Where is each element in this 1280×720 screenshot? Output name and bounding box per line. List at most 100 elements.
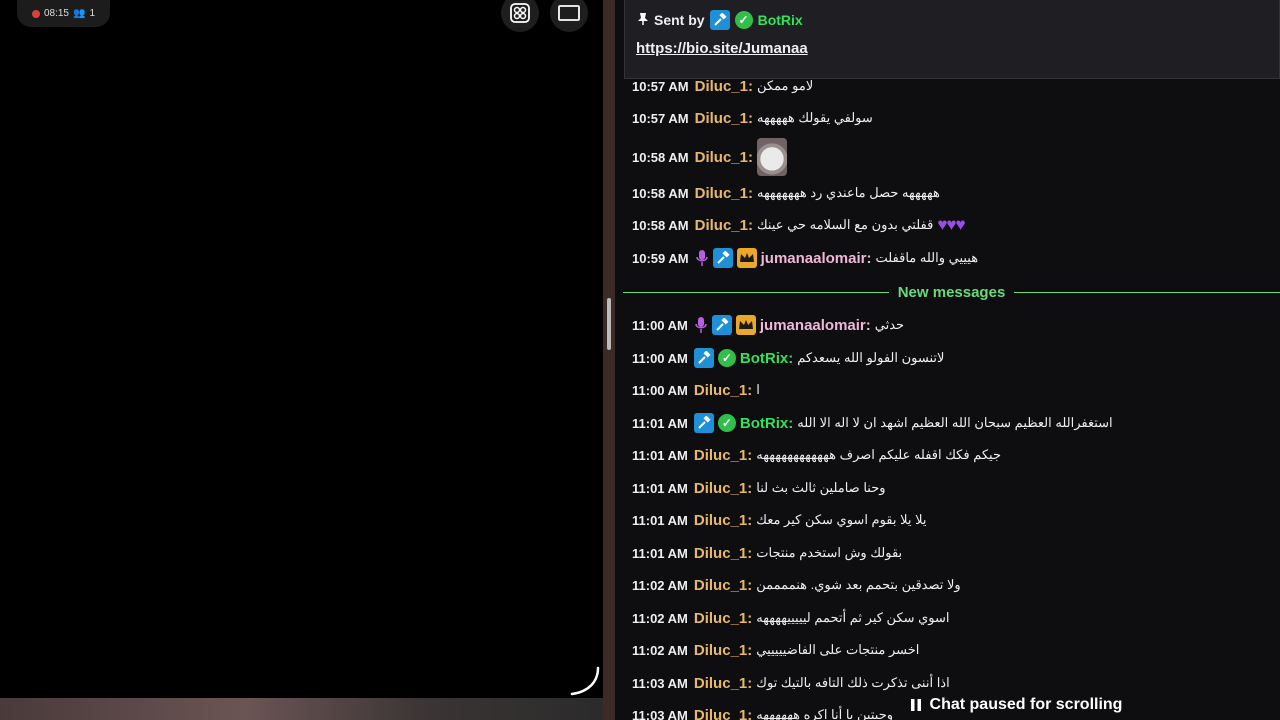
stream-time: 08:15 [43, 8, 69, 19]
message-text: وحبتين يا أنا اكره ههههههه [756, 707, 894, 720]
broadcaster-crown-badge-icon [735, 315, 756, 335]
clip-icon [510, 3, 530, 23]
username[interactable]: Diluc_1: [694, 577, 752, 594]
message-text: ولا تصدقين بتحمم بعد شوي. هنممممن [756, 577, 961, 592]
clip-button[interactable] [501, 0, 539, 32]
message-time: 11:03 AM [632, 707, 688, 720]
message-text: اخسر منتجات على الفاضيييييي [756, 642, 920, 657]
new-messages-separator: New messages [623, 281, 1280, 303]
pinned-message[interactable]: Sent by ✓ BotRix https://bio.site/Jumana… [624, 0, 1280, 79]
chat-message: 10:58 AM Diluc_1: [632, 137, 787, 177]
theatre-mode-button[interactable] [550, 0, 588, 32]
username[interactable]: Diluc_1: [695, 185, 753, 202]
message-time: 11:01 AM [632, 480, 688, 496]
message-time: 11:02 AM [632, 577, 688, 593]
viewer-count: 1 [89, 8, 96, 19]
chat-message: 11:03 AM Diluc_1: وحبتين يا أنا اكره ههه… [632, 703, 893, 720]
chat-message: 11:01 AM Diluc_1: جيكم فكك اقفله عليكم ا… [632, 443, 1001, 467]
message-time: 10:58 AM [632, 149, 689, 165]
purple-heart-emotes-icon: ♥♥♥ [937, 215, 965, 234]
chat-message: 11:00 AM Diluc_1: ا [632, 378, 760, 402]
message-time: 11:02 AM [632, 642, 688, 658]
username[interactable]: Diluc_1: [695, 110, 753, 127]
username[interactable]: Diluc_1: [694, 382, 752, 399]
verified-bot-badge-icon: ✓ [717, 414, 736, 432]
moderator-badge-icon [709, 10, 730, 30]
chat-pane[interactable]: 10:57 AM Diluc_1: لامو ممكن 10:57 AM Dil… [615, 0, 1280, 720]
message-time: 10:57 AM [632, 78, 689, 94]
moderator-badge-icon [711, 315, 732, 335]
message-text: ا [756, 382, 760, 397]
message-text: لاتنسون الفولو الله يسعدكم [797, 350, 945, 365]
verified-bot-badge-icon: ✓ [734, 11, 753, 29]
viewers-icon: 👥 [73, 8, 86, 19]
moderator-badge-icon [712, 248, 733, 268]
username[interactable]: Diluc_1: [694, 642, 752, 659]
chat-message: 10:57 AM Diluc_1: سولفي يقولك هههههه [632, 106, 873, 130]
username[interactable]: jumanaalomair: [761, 250, 872, 267]
pinned-sender[interactable]: BotRix [758, 12, 803, 28]
username[interactable]: Diluc_1: [695, 78, 753, 95]
pane-resize-handle[interactable] [607, 298, 611, 350]
username[interactable]: Diluc_1: [694, 545, 752, 562]
message-time: 11:03 AM [632, 675, 688, 691]
message-time: 11:01 AM [632, 512, 688, 528]
message-text: يلا يلا بقوم اسوي سكن كير معك [756, 512, 927, 527]
message-text: هيييي والله ماقفلت [875, 250, 979, 265]
moderator-badge-icon [693, 348, 714, 368]
username[interactable]: Diluc_1: [694, 512, 752, 529]
recording-dot-icon [31, 9, 40, 18]
message-text: اسوي سكن كير ثم أتحمم ليييييههههه [756, 610, 950, 625]
message-text: قفلتي بدون مع السلامه حي عينك [756, 217, 934, 232]
message-time: 11:01 AM [632, 545, 688, 561]
message-time: 10:58 AM [632, 185, 689, 201]
username[interactable]: BotRix: [740, 350, 793, 367]
chat-message: 11:01 AM Diluc_1: بقولك وش استخدم منتجات [632, 541, 902, 565]
username[interactable]: Diluc_1: [694, 480, 752, 497]
username[interactable]: Diluc_1: [695, 149, 753, 166]
microphone-badge-icon [694, 315, 708, 335]
chat-paused-banner[interactable]: Chat paused for scrolling [894, 689, 1138, 720]
background-strip [0, 698, 615, 720]
chat-message: 11:00 AM jumanaalomair: حدثي [632, 313, 904, 337]
message-time: 10:58 AM [632, 217, 689, 233]
message-text: جيكم فكك اقفله عليكم اصرف ههههههههههههه [756, 447, 1001, 462]
resize-handle-icon[interactable] [568, 666, 602, 696]
username[interactable]: BotRix: [740, 415, 793, 432]
message-time: 11:00 AM [632, 350, 688, 366]
pause-icon [910, 698, 921, 711]
microphone-badge-icon [695, 248, 709, 268]
pinned-link[interactable]: https://bio.site/Jumanaa [636, 40, 808, 57]
chat-message: 10:59 AM jumanaalomair: هيييي والله ماقف… [632, 246, 978, 270]
chat-message: 10:58 AM Diluc_1: هههههه حصل ماعندي رد ه… [632, 181, 940, 205]
theatre-mode-icon [558, 5, 580, 21]
message-time: 11:00 AM [632, 382, 688, 398]
message-time: 11:02 AM [632, 610, 688, 626]
pane-divider[interactable] [603, 0, 615, 720]
message-text: وحنا صاملين ثالث بث لنا [756, 480, 886, 495]
message-text: حدثي [874, 317, 905, 332]
message-text: هههههه حصل ماعندي رد هههههههه [756, 185, 940, 200]
username[interactable]: Diluc_1: [694, 447, 752, 464]
username[interactable]: Diluc_1: [694, 707, 752, 720]
pinned-header: Sent by ✓ BotRix [637, 10, 803, 30]
chat-message: 11:00 AM ✓ BotRix: لاتنسون الفولو الله ي… [632, 346, 944, 370]
message-time: 11:01 AM [632, 447, 688, 463]
chat-message: 11:01 AM Diluc_1: وحنا صاملين ثالث بث لن… [632, 476, 886, 500]
broadcaster-crown-badge-icon [736, 248, 757, 268]
message-text: استغفرالله العظيم سبحان الله العظيم اشهد… [797, 415, 1113, 430]
stream-status-pill: 08:15 👥 1 [17, 0, 110, 27]
message-text: بقولك وش استخدم منتجات [756, 545, 903, 560]
username[interactable]: jumanaalomair: [760, 317, 871, 334]
message-text: لامو ممكن [756, 78, 814, 93]
chat-message: 11:02 AM Diluc_1: اخسر منتجات على الفاضي… [632, 638, 919, 662]
username[interactable]: Diluc_1: [695, 217, 753, 234]
video-pane[interactable]: 08:15 👥 1 [0, 0, 603, 698]
chat-message: 11:02 AM Diluc_1: اسوي سكن كير ثم أتحمم … [632, 606, 950, 630]
chat-paused-label: Chat paused for scrolling [929, 695, 1123, 713]
sent-by-label: Sent by [654, 12, 705, 28]
chat-message: 11:01 AM ✓ BotRix: استغفرالله العظيم سبح… [632, 411, 1113, 435]
moderator-badge-icon [693, 413, 714, 433]
username[interactable]: Diluc_1: [694, 610, 752, 627]
username[interactable]: Diluc_1: [694, 675, 752, 692]
